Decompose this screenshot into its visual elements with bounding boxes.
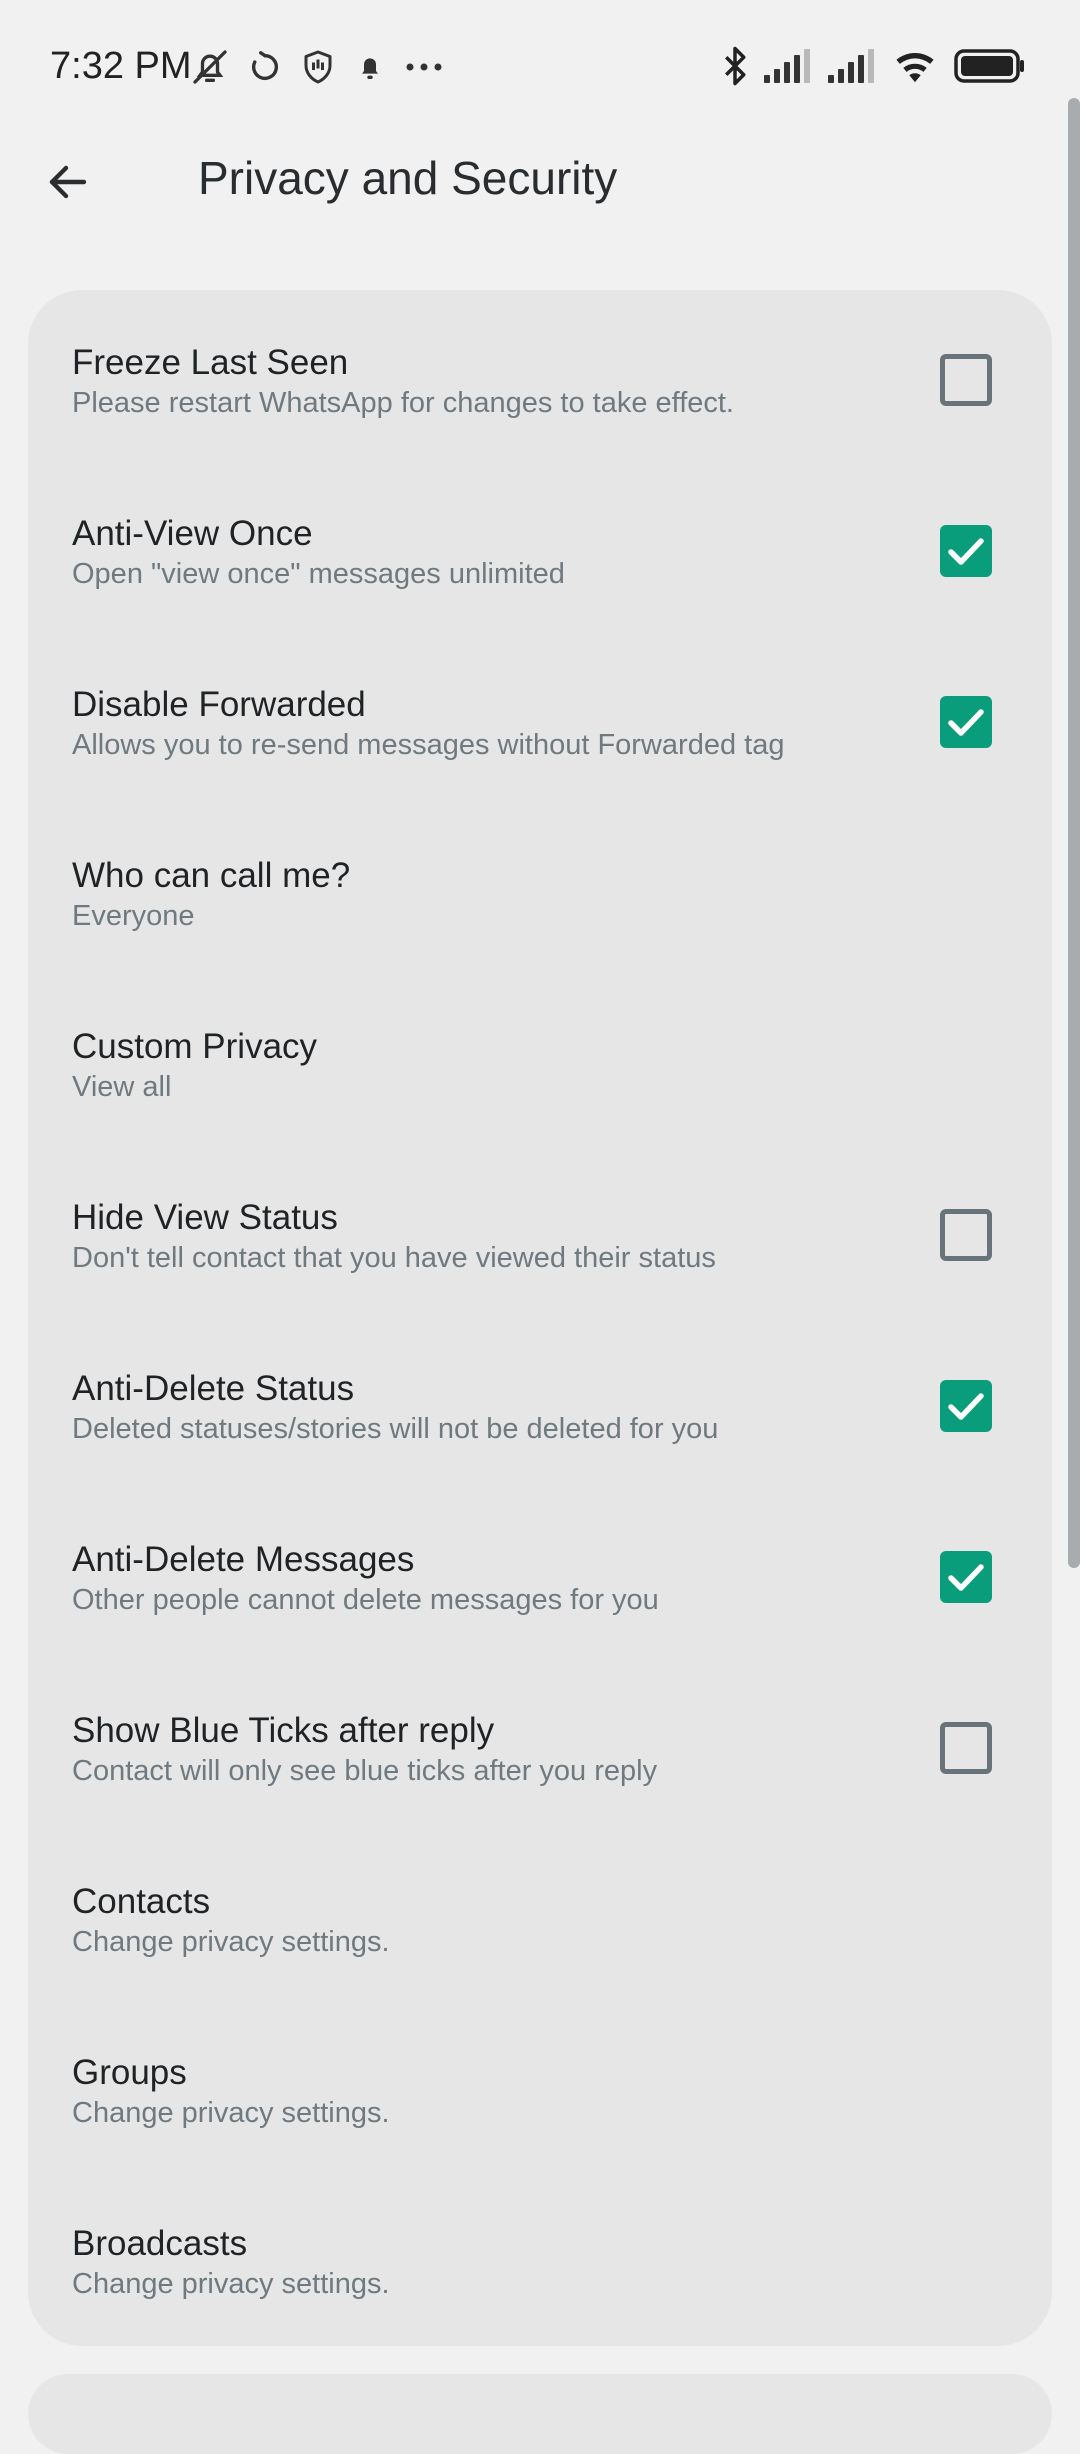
setting-row-anti-view-once[interactable]: Anti-View Once Open "view once" messages … <box>28 465 1052 637</box>
status-right-icons <box>722 40 1026 92</box>
setting-subtitle: Everyone <box>72 900 195 932</box>
setting-title: Freeze Last Seen <box>72 343 349 382</box>
setting-row-disable-forwarded[interactable]: Disable Forwarded Allows you to re-send m… <box>28 636 1052 808</box>
setting-title: Broadcasts <box>72 2224 248 2263</box>
settings-card: Freeze Last Seen Please restart WhatsApp … <box>28 290 1052 2346</box>
signal-1-icon <box>764 49 812 83</box>
setting-subtitle: Contact will only see blue ticks after y… <box>72 1755 658 1787</box>
setting-title: Disable Forwarded <box>72 685 366 724</box>
bluetooth-icon <box>722 45 748 87</box>
scrollbar-thumb[interactable] <box>1068 98 1080 1568</box>
checkbox-checked[interactable] <box>940 1380 992 1432</box>
checkmark-icon <box>948 1564 984 1591</box>
setting-title: Anti-Delete Status <box>72 1369 355 1408</box>
setting-title: Contacts <box>72 1882 211 1921</box>
setting-subtitle: Other people cannot delete messages for … <box>72 1584 659 1616</box>
checkbox-checked[interactable] <box>940 696 992 748</box>
setting-subtitle: Allows you to re-send messages without F… <box>72 729 785 761</box>
more-dots-icon <box>404 61 444 73</box>
status-left-icons <box>190 42 444 92</box>
setting-row-broadcasts[interactable]: Broadcasts Change privacy settings. <box>28 2175 1052 2347</box>
signal-2-icon <box>828 49 876 83</box>
app-bar: Privacy and Security <box>0 130 1080 226</box>
checkbox-checked[interactable] <box>940 525 992 577</box>
setting-title: Who can call me? <box>72 856 351 895</box>
setting-subtitle: Change privacy settings. <box>72 2268 390 2300</box>
setting-subtitle: Change privacy settings. <box>72 1926 390 1958</box>
notification-bell-icon <box>354 50 386 84</box>
setting-row-show-blue-ticks-after-reply[interactable]: Show Blue Ticks after reply Contact will … <box>28 1662 1052 1834</box>
checkmark-icon <box>948 538 984 565</box>
checkbox-unchecked[interactable] <box>940 1722 992 1774</box>
setting-title: Groups <box>72 2053 187 2092</box>
hand-shield-icon <box>300 48 336 86</box>
setting-row-anti-delete-status[interactable]: Anti-Delete Status Deleted statuses/stori… <box>28 1320 1052 1492</box>
status-bar: 7:32 PM <box>0 0 1080 130</box>
setting-subtitle: View all <box>72 1071 172 1103</box>
mute-bell-icon <box>190 47 230 87</box>
setting-title: Anti-View Once <box>72 514 313 553</box>
setting-row-custom-privacy[interactable]: Custom Privacy View all <box>28 978 1052 1150</box>
setting-subtitle: Don't tell contact that you have viewed … <box>72 1242 716 1274</box>
next-settings-card <box>28 2374 1052 2454</box>
checkmark-icon <box>948 1393 984 1420</box>
checkmark-icon <box>948 709 984 736</box>
page-title: Privacy and Security <box>198 152 618 204</box>
arrow-back-icon <box>49 165 87 199</box>
wifi-icon <box>892 48 938 84</box>
checkbox-unchecked[interactable] <box>940 1209 992 1261</box>
back-button[interactable] <box>36 150 100 214</box>
setting-subtitle: Please restart WhatsApp for changes to t… <box>72 387 734 419</box>
setting-row-anti-delete-messages[interactable]: Anti-Delete Messages Other people cannot … <box>28 1491 1052 1663</box>
checkbox-unchecked[interactable] <box>940 354 992 406</box>
status-time: 7:32 PM <box>50 45 192 87</box>
setting-row-who-can-call-me[interactable]: Who can call me? Everyone <box>28 807 1052 979</box>
setting-row-freeze-last-seen[interactable]: Freeze Last Seen Please restart WhatsApp … <box>28 294 1052 466</box>
setting-subtitle: Open "view once" messages unlimited <box>72 558 565 590</box>
setting-title: Anti-Delete Messages <box>72 1540 415 1579</box>
setting-subtitle: Change privacy settings. <box>72 2097 390 2129</box>
battery-icon <box>954 49 1026 83</box>
setting-row-hide-view-status[interactable]: Hide View Status Don't tell contact that … <box>28 1149 1052 1321</box>
checkbox-checked[interactable] <box>940 1551 992 1603</box>
setting-title: Custom Privacy <box>72 1027 318 1066</box>
setting-row-contacts[interactable]: Contacts Change privacy settings. <box>28 1833 1052 2005</box>
setting-row-groups[interactable]: Groups Change privacy settings. <box>28 2004 1052 2176</box>
setting-subtitle: Deleted statuses/stories will not be del… <box>72 1413 719 1445</box>
sync-icon <box>248 50 282 84</box>
setting-title: Hide View Status <box>72 1198 338 1237</box>
setting-title: Show Blue Ticks after reply <box>72 1711 495 1750</box>
